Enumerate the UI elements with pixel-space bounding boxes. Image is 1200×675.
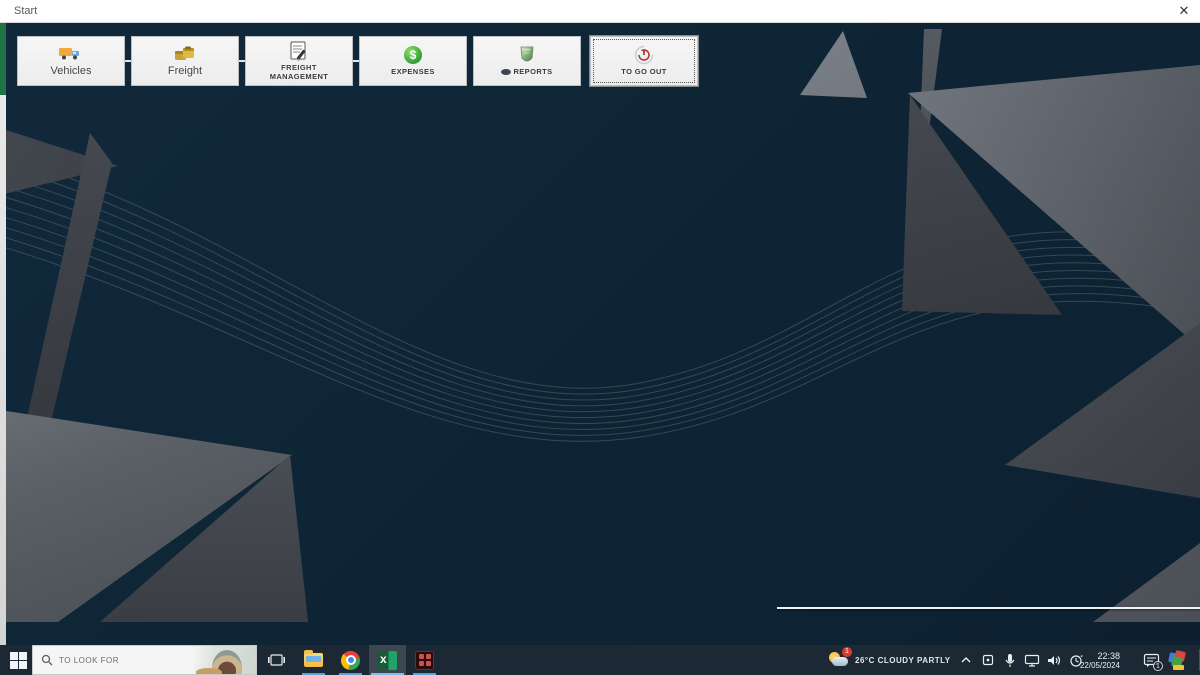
freight-button[interactable]: Freight [131,36,239,86]
colorful-app-button[interactable] [1165,645,1191,675]
window-title: Start [14,5,37,17]
file-explorer-icon [304,653,323,667]
windows-logo-icon [10,652,27,669]
colorful-app-icon [1169,651,1187,669]
menu-button-row: Vehicles Freight FREIGHT MANAGEMENT $ EX… [17,36,698,86]
button-label: EXPENSES [391,67,435,76]
wallpaper-horizontal-line [777,607,1200,609]
taskbar-clock[interactable]: 22:38 22/05/2024 [1078,645,1120,675]
excel-icon: x [378,651,397,670]
volume-icon[interactable] [1046,652,1062,668]
weather-icon: 1 [828,650,850,670]
to-go-out-button[interactable]: TO GO OUT [590,36,698,86]
search-icon [41,654,53,666]
taskbar-search[interactable]: TO LOOK FOR [32,645,257,675]
search-highlight-image[interactable] [194,646,256,675]
dollar-coin-icon: $ [400,45,426,65]
red-grid-app-icon [415,651,434,670]
window-edge-strip [0,95,6,645]
expenses-button[interactable]: $ EXPENSES [359,36,467,86]
weather-badge: 1 [842,647,852,657]
vehicles-button[interactable]: Vehicles [17,36,125,86]
microphone-icon[interactable] [1002,652,1018,668]
taskbar-weather-widget[interactable]: 1 26°C CLOUDY PARTLY [828,645,951,675]
desktop-screen: Start ✕ Vehicles Freight FREIGHT MANAGEM… [0,0,1200,675]
chrome-button[interactable] [332,645,369,675]
desktop-wallpaper [0,23,1200,645]
system-tray [958,645,1084,675]
truck-icon [58,43,84,63]
clock-time: 22:38 [1097,651,1120,661]
action-center-button[interactable]: 1 [1138,645,1164,675]
capture-icon[interactable] [980,652,996,668]
notification-badge: 1 [1153,661,1163,671]
reports-button[interactable]: REPORTS [473,36,581,86]
binoculars-icon [501,69,511,75]
button-label: Freight [168,65,202,79]
excel-edge-strip [0,23,6,95]
taskbar-app-icons: x [258,645,443,675]
report-shield-icon [514,45,540,65]
chrome-icon [341,651,360,670]
weather-label: 26°C CLOUDY PARTLY [855,656,951,665]
button-label: Vehicles [51,65,92,79]
document-edit-icon [286,41,312,61]
task-view-button[interactable] [258,645,295,675]
task-view-icon [268,653,285,667]
start-button[interactable] [4,645,32,675]
file-explorer-button[interactable] [295,645,332,675]
red-grid-app-button[interactable] [406,645,443,675]
button-label: FREIGHT MANAGEMENT [253,63,345,82]
excel-button[interactable]: x [369,645,406,675]
hidden-icons-chevron[interactable] [958,652,974,668]
search-placeholder: TO LOOK FOR [59,656,119,665]
freight-management-button[interactable]: FREIGHT MANAGEMENT [245,36,353,86]
button-label: REPORTS [501,67,552,76]
button-label: TO GO OUT [621,67,667,76]
display-network-icon[interactable] [1024,652,1040,668]
form-titlebar: Start ✕ [0,0,1200,23]
close-icon[interactable]: ✕ [1174,2,1194,20]
taskbar: TO LOOK FOR x [0,645,1200,675]
power-icon [631,45,657,65]
cargo-boxes-icon [172,43,198,63]
clock-date: 22/05/2024 [1080,661,1120,670]
